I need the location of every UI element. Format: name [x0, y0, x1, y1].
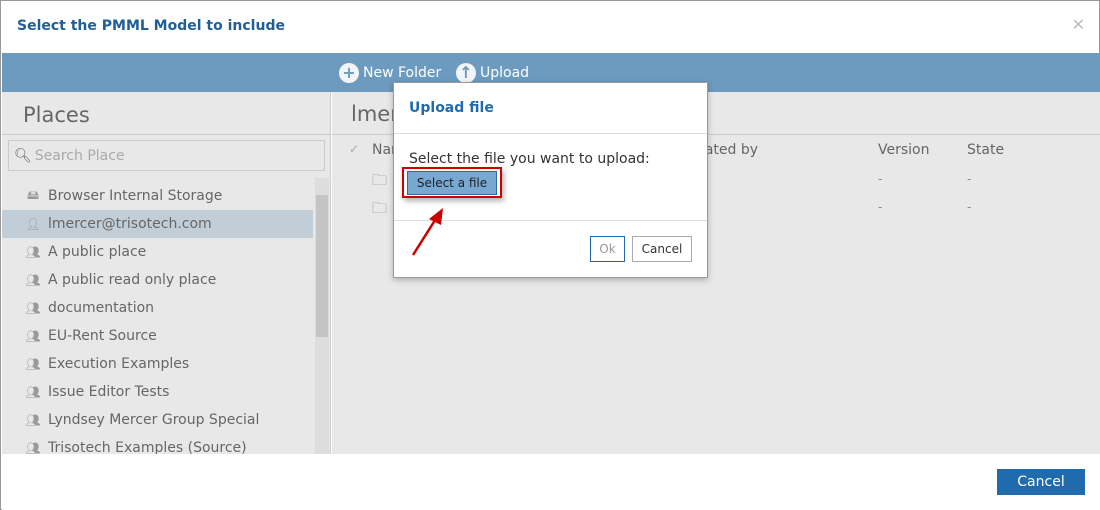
place-item[interactable]: 👥︎ documentation: [2, 294, 313, 322]
upload-label: Upload: [480, 65, 530, 81]
cancel-button[interactable]: Cancel: [997, 469, 1085, 495]
folder-icon[interactable]: 🗀: [372, 170, 387, 195]
row-version: -: [878, 172, 883, 186]
places-title: Places: [23, 103, 90, 127]
ok-button[interactable]: Ok: [590, 236, 625, 262]
place-item[interactable]: 👥︎ A public read only place: [2, 266, 313, 294]
new-folder-button[interactable]: + New Folder: [339, 63, 441, 83]
modal-cancel-button[interactable]: Cancel: [632, 236, 692, 262]
place-item[interactable]: 👥︎ Lyndsey Mercer Group Special: [2, 406, 313, 434]
plus-circle-icon: +: [339, 63, 359, 83]
close-icon[interactable]: ✕: [1072, 15, 1085, 34]
annotation-arrow-icon: [411, 208, 443, 256]
group-icon: 👥︎: [25, 273, 41, 287]
group-icon: 👥︎: [25, 357, 41, 371]
place-label: documentation: [48, 300, 155, 316]
column-state[interactable]: State: [967, 142, 1004, 158]
modal-title: Upload file: [409, 100, 494, 116]
place-label: A public place: [48, 244, 147, 260]
place-label: Execution Examples: [48, 356, 190, 372]
dialog-footer: Cancel: [2, 454, 1100, 510]
highlight-box: Select a file: [402, 167, 502, 198]
group-icon: 👥︎: [25, 441, 41, 454]
scrollbar[interactable]: [315, 178, 329, 454]
row-state: -: [967, 172, 972, 186]
group-icon: 👥︎: [25, 385, 41, 399]
places-list: 🖴 Browser Internal Storage 👤︎ lmercer@triso…: [2, 182, 313, 454]
select-file-button[interactable]: Select a file: [407, 171, 497, 195]
group-icon: 👥︎: [25, 329, 41, 343]
place-item[interactable]: 👥︎ Execution Examples: [2, 350, 313, 378]
row-version: -: [878, 200, 883, 214]
place-item[interactable]: 👤︎ lmercer@trisotech.com: [2, 210, 313, 238]
divider: [2, 134, 330, 135]
divider: [394, 133, 707, 134]
search-place-input[interactable]: 🔍︎ Search Place: [8, 140, 325, 171]
user-icon: 👤︎: [25, 217, 41, 231]
places-panel: Places 🔍︎ Search Place 🖴 Browser Internal …: [2, 92, 331, 454]
place-item[interactable]: 👥︎ Trisotech Examples (Source): [2, 434, 313, 454]
place-label: Issue Editor Tests: [48, 384, 170, 400]
place-item[interactable]: 👥︎ A public place: [2, 238, 313, 266]
group-icon: 👥︎: [25, 301, 41, 315]
column-version[interactable]: Version: [878, 142, 929, 158]
place-label: lmercer@trisotech.com: [48, 216, 212, 232]
search-icon: 🔍︎: [14, 147, 32, 164]
upload-arrow-icon: ↑: [456, 63, 476, 83]
place-label: A public read only place: [48, 272, 217, 288]
group-icon: 👥︎: [25, 245, 41, 259]
modal-message: Select the file you want to upload:: [409, 151, 650, 167]
scrollbar-thumb[interactable]: [316, 195, 328, 337]
group-icon: 👥︎: [25, 413, 41, 427]
place-label: Browser Internal Storage: [48, 188, 223, 204]
folder-icon[interactable]: 🗀: [372, 198, 387, 223]
place-item[interactable]: 👥︎ Issue Editor Tests: [2, 378, 313, 406]
place-label: EU-Rent Source: [48, 328, 157, 344]
place-item[interactable]: 👥︎ EU-Rent Source: [2, 322, 313, 350]
search-placeholder: Search Place: [34, 147, 125, 164]
upload-button[interactable]: ↑ Upload: [456, 63, 529, 83]
drive-icon: 🖴: [26, 187, 40, 202]
dialog-title: Select the PMML Model to include: [17, 18, 285, 34]
row-state: -: [967, 200, 972, 214]
place-label: Trisotech Examples (Source): [48, 440, 247, 454]
select-all-check-icon[interactable]: ✓: [349, 142, 359, 156]
new-folder-label: New Folder: [363, 65, 442, 81]
place-item[interactable]: 🖴 Browser Internal Storage: [2, 182, 313, 210]
place-label: Lyndsey Mercer Group Special: [48, 412, 260, 428]
